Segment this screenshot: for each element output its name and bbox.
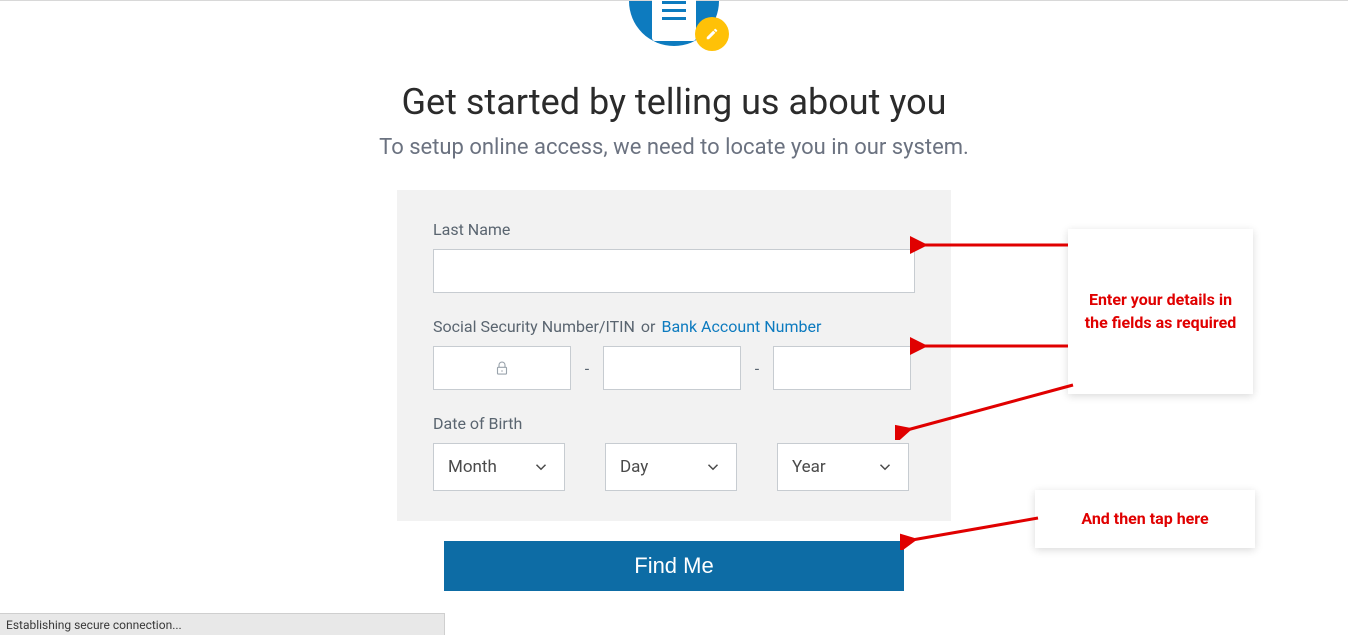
chevron-down-icon — [704, 458, 722, 476]
day-select[interactable]: Day — [605, 443, 737, 491]
find-me-button[interactable]: Find Me — [444, 541, 904, 591]
last-name-input[interactable] — [433, 249, 915, 293]
ssn-field-2[interactable] — [603, 346, 741, 390]
lock-icon — [493, 359, 511, 377]
day-placeholder: Day — [620, 457, 648, 477]
ssn-field-3[interactable] — [773, 346, 911, 390]
form-panel: Last Name Social Security Number/ITIN or… — [397, 190, 951, 521]
annotation-details-text: Enter your details in the fields as requ… — [1078, 289, 1243, 334]
annotation-tap-box: And then tap here — [1035, 490, 1255, 548]
ssn-input-3[interactable] — [774, 347, 910, 389]
clipboard-icon — [652, 0, 696, 41]
month-select[interactable]: Month — [433, 443, 565, 491]
last-name-label: Last Name — [433, 220, 915, 239]
year-select[interactable]: Year — [777, 443, 909, 491]
dob-label: Date of Birth — [433, 414, 915, 433]
status-bar: Establishing secure connection... — [0, 613, 445, 635]
month-placeholder: Month — [448, 457, 497, 477]
ssn-dash-2: - — [741, 359, 773, 378]
chevron-down-icon — [532, 458, 550, 476]
chevron-down-icon — [876, 458, 894, 476]
header-icon-circle — [629, 1, 719, 46]
last-name-group: Last Name — [433, 220, 915, 293]
status-text: Establishing secure connection... — [6, 618, 182, 632]
bank-account-link[interactable]: Bank Account Number — [661, 317, 821, 336]
annotation-tap-text: And then tap here — [1081, 508, 1208, 530]
ssn-field-1[interactable] — [433, 346, 571, 390]
page-title: Get started by telling us about you — [0, 81, 1348, 123]
or-text: or — [641, 317, 656, 336]
page-subtitle: To setup online access, we need to locat… — [0, 135, 1348, 160]
pencil-badge-icon — [695, 17, 729, 51]
ssn-dash-1: - — [571, 359, 603, 378]
ssn-group: Social Security Number/ITIN or Bank Acco… — [433, 317, 915, 390]
ssn-label: Social Security Number/ITIN — [433, 317, 635, 336]
annotation-details-box: Enter your details in the fields as requ… — [1068, 229, 1253, 394]
year-placeholder: Year — [792, 457, 826, 477]
dob-group: Date of Birth Month Day Year — [433, 414, 915, 491]
ssn-input-2[interactable] — [604, 347, 740, 389]
